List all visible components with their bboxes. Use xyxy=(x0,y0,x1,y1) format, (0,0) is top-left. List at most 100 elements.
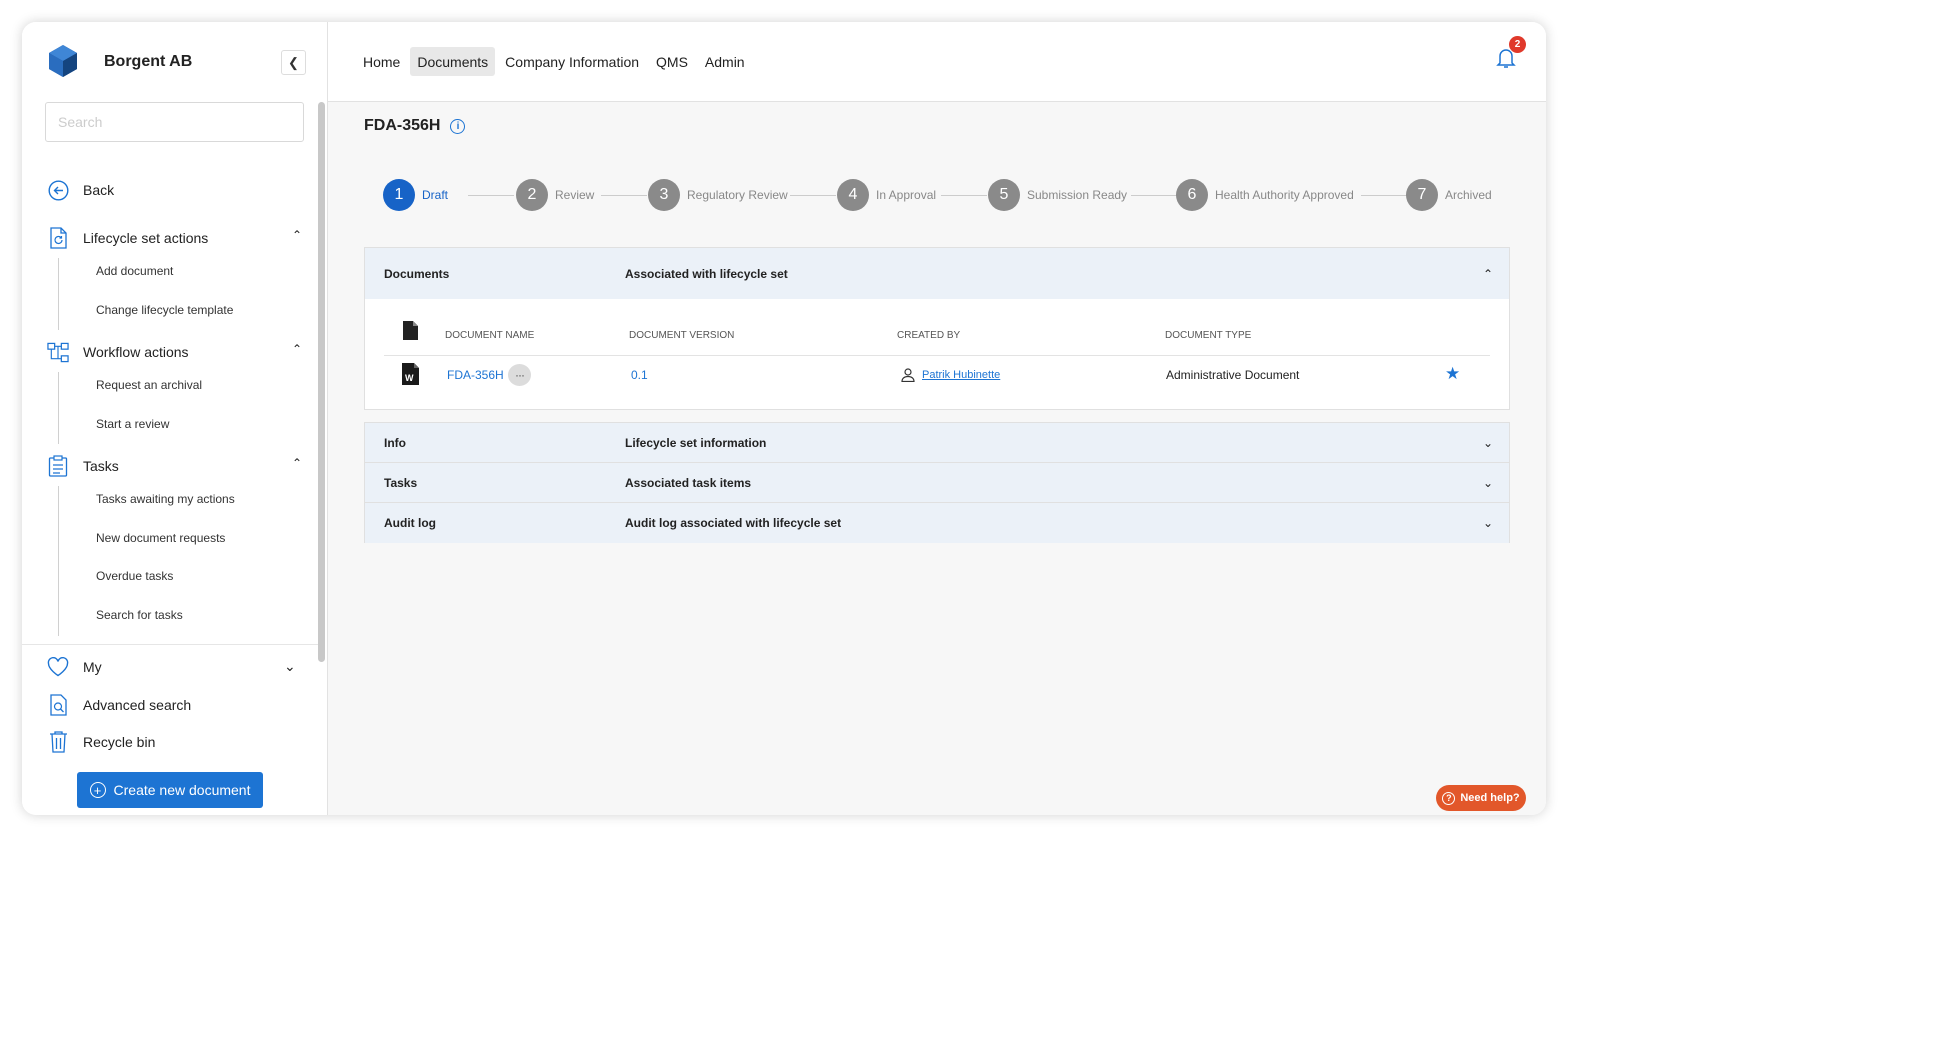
step-health-authority-approved[interactable]: 6 Health Authority Approved xyxy=(1176,179,1354,211)
tasks-panel-header[interactable]: Tasks Associated task items ⌄ xyxy=(365,463,1509,503)
audit-log-panel-header[interactable]: Audit log Audit log associated with life… xyxy=(365,503,1509,543)
chevron-up-icon[interactable]: ⌃ xyxy=(292,342,302,356)
step-label: Archived xyxy=(1445,188,1492,202)
chevron-down-icon[interactable]: ⌄ xyxy=(1483,436,1493,450)
workflow-section-header[interactable]: Workflow actions xyxy=(47,341,189,363)
step-archived[interactable]: 7 Archived xyxy=(1406,179,1492,211)
step-regulatory-review[interactable]: 3 Regulatory Review xyxy=(648,179,788,211)
panel-subtitle: Audit log associated with lifecycle set xyxy=(625,516,842,530)
page-title: FDA-356H i xyxy=(364,117,466,135)
panel-subtitle: Associated with lifecycle set xyxy=(625,266,788,281)
word-document-icon: W xyxy=(402,363,419,385)
step-label: Submission Ready xyxy=(1027,188,1128,202)
step-label: Review xyxy=(555,188,595,202)
info-icon[interactable]: i xyxy=(450,118,466,134)
step-label: In Approval xyxy=(876,188,937,202)
panel-subtitle: Lifecycle set information xyxy=(625,436,767,450)
sidebar-item-add-document[interactable]: Add document xyxy=(96,264,173,278)
create-new-document-button[interactable]: + Create new document xyxy=(77,772,263,808)
panel-title: Audit log xyxy=(384,516,436,530)
chevron-up-icon[interactable]: ⌃ xyxy=(1483,267,1493,281)
sidebar-item-start-review[interactable]: Start a review xyxy=(96,417,169,431)
sidebar-item-new-document-requests[interactable]: New document requests xyxy=(96,531,225,545)
advanced-search-link[interactable]: Advanced search xyxy=(47,694,191,716)
step-submission-ready[interactable]: 5 Submission Ready xyxy=(988,179,1127,211)
search-input[interactable] xyxy=(45,102,304,142)
step-review[interactable]: 2 Review xyxy=(516,179,594,211)
chevron-up-icon[interactable]: ⌃ xyxy=(292,228,302,242)
sidebar-item-tasks-awaiting[interactable]: Tasks awaiting my actions xyxy=(96,492,235,506)
stepper-connector xyxy=(1361,195,1407,196)
chevron-down-icon[interactable]: ⌄ xyxy=(1483,516,1493,530)
chevron-down-icon[interactable]: ⌄ xyxy=(284,658,296,675)
back-link[interactable]: Back xyxy=(47,179,114,201)
sidebar-item-request-archival[interactable]: Request an archival xyxy=(96,378,202,392)
top-navigation: Home Documents Company Information QMS A… xyxy=(328,22,1546,102)
more-options-icon[interactable]: ··· xyxy=(508,364,531,386)
sidebar-item-search-tasks[interactable]: Search for tasks xyxy=(96,608,183,622)
tab-documents[interactable]: Documents xyxy=(410,47,496,76)
step-number: 4 xyxy=(837,179,869,211)
tab-admin[interactable]: Admin xyxy=(698,47,752,76)
notification-badge: 2 xyxy=(1509,36,1526,53)
tasks-panel: Tasks Associated task items ⌄ xyxy=(364,462,1510,503)
sidebar-scrollbar[interactable] xyxy=(318,102,325,662)
document-type: Administrative Document xyxy=(1166,368,1300,382)
stepper-connector xyxy=(941,195,987,196)
sidebar-item-overdue-tasks[interactable]: Overdue tasks xyxy=(96,569,173,583)
star-icon[interactable]: ★ xyxy=(1445,364,1460,384)
documents-panel: Documents Associated with lifecycle set … xyxy=(364,247,1510,410)
step-number: 2 xyxy=(516,179,548,211)
create-new-document-label: Create new document xyxy=(113,782,251,798)
document-icon xyxy=(403,321,418,340)
stepper-connector xyxy=(790,195,836,196)
back-label: Back xyxy=(83,182,115,198)
step-in-approval[interactable]: 4 In Approval xyxy=(837,179,936,211)
step-number: 3 xyxy=(648,179,680,211)
step-draft[interactable]: 1 Draft xyxy=(383,179,448,211)
created-by-link[interactable]: Patrik Hubinette xyxy=(922,369,1000,381)
collapse-sidebar-button[interactable]: ❮ xyxy=(281,50,306,75)
tasks-section-header[interactable]: Tasks xyxy=(47,455,119,477)
app-window: Borgent AB ❮ Back Lifecycle set actions … xyxy=(22,22,1546,815)
tree-guide-line xyxy=(58,486,59,636)
workflow-section-title: Workflow actions xyxy=(83,344,189,360)
svg-text:W: W xyxy=(405,373,414,383)
panel-title: Info xyxy=(384,436,406,450)
document-version[interactable]: 0.1 xyxy=(631,368,648,382)
lifecycle-document-icon xyxy=(47,227,69,249)
tab-home[interactable]: Home xyxy=(356,47,407,76)
column-header-type: DOCUMENT TYPE xyxy=(1165,330,1252,341)
tab-company-information[interactable]: Company Information xyxy=(498,47,646,76)
chevron-up-icon[interactable]: ⌃ xyxy=(292,456,302,470)
sidebar-divider xyxy=(22,644,318,645)
documents-panel-header[interactable]: Documents Associated with lifecycle set … xyxy=(365,248,1509,299)
step-number: 5 xyxy=(988,179,1020,211)
chevron-down-icon[interactable]: ⌄ xyxy=(1483,476,1493,490)
trash-icon xyxy=(47,731,69,753)
step-number: 6 xyxy=(1176,179,1208,211)
lifecycle-section-title: Lifecycle set actions xyxy=(83,230,209,246)
stepper-connector xyxy=(468,195,514,196)
document-name-link[interactable]: FDA-356H xyxy=(447,368,504,382)
chevron-left-icon: ❮ xyxy=(288,54,299,70)
tasks-section-title: Tasks xyxy=(83,458,119,474)
heart-icon xyxy=(47,656,69,678)
sidebar-item-change-lifecycle-template[interactable]: Change lifecycle template xyxy=(96,303,233,317)
lifecycle-section-header[interactable]: Lifecycle set actions xyxy=(47,227,208,249)
table-header-divider xyxy=(384,355,1490,356)
panel-subtitle: Associated task items xyxy=(625,476,752,490)
tree-guide-line xyxy=(58,372,59,444)
step-label: Regulatory Review xyxy=(687,188,788,202)
audit-log-panel: Audit log Audit log associated with life… xyxy=(364,502,1510,543)
tab-qms[interactable]: QMS xyxy=(649,47,695,76)
need-help-button[interactable]: ? Need help? xyxy=(1436,785,1526,811)
panel-title: Tasks xyxy=(384,476,418,490)
my-section-header[interactable]: My xyxy=(47,656,102,678)
column-header-created-by: CREATED BY xyxy=(897,330,961,341)
info-panel-header[interactable]: Info Lifecycle set information ⌄ xyxy=(365,423,1509,463)
user-icon xyxy=(901,368,915,382)
workflow-icon xyxy=(47,341,69,363)
step-label: Health Authority Approved xyxy=(1215,188,1354,202)
recycle-bin-link[interactable]: Recycle bin xyxy=(47,731,155,753)
